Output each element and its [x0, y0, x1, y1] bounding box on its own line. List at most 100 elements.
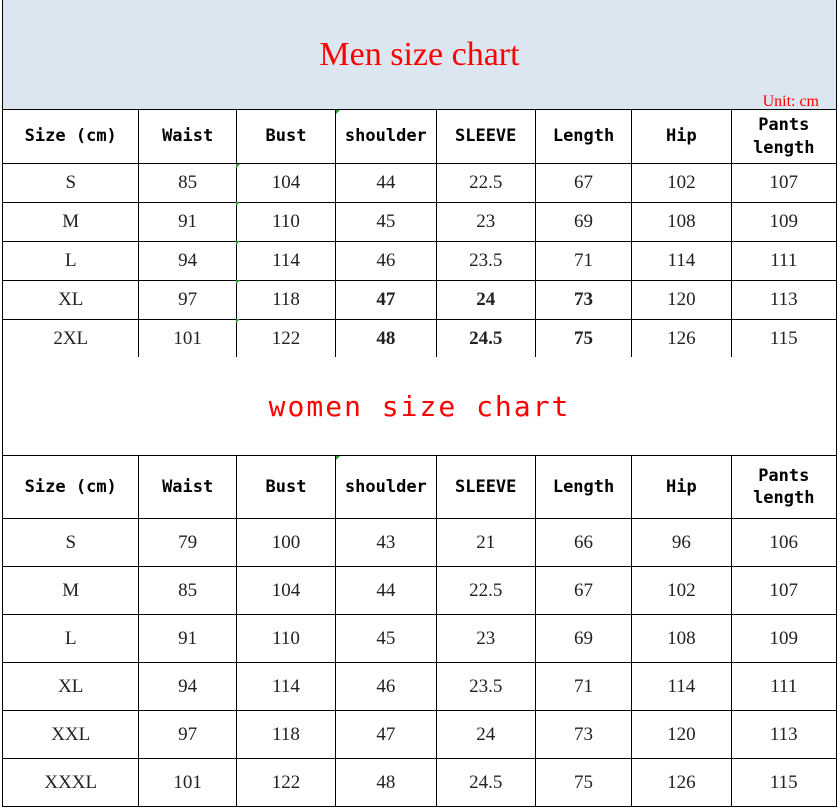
table-cell: 79 — [138, 518, 237, 567]
column-header: Hip — [631, 109, 732, 164]
table-cell: 47 — [335, 280, 437, 320]
table-cell: 22.5 — [435, 566, 536, 615]
table-cell: 45 — [335, 614, 437, 663]
table-cell: 102 — [631, 163, 732, 203]
table-cell: 106 — [730, 518, 838, 567]
table-cell: 23.5 — [435, 241, 536, 281]
table-cell: 73 — [534, 710, 633, 759]
table-cell: 94 — [138, 241, 237, 281]
table-cell: 75 — [534, 319, 633, 359]
table-cell: 48 — [335, 758, 437, 807]
table-cell: 101 — [138, 319, 237, 359]
table-cell: 107 — [730, 163, 838, 203]
table-cell: 113 — [730, 710, 838, 759]
column-header: Length — [534, 109, 633, 164]
table-cell: 126 — [631, 758, 732, 807]
table-cell: 44 — [335, 566, 437, 615]
table-cell: S — [1, 163, 140, 203]
table-cell: 24.5 — [435, 319, 536, 359]
table-row: M 91 110 45 23 69 108 109 — [1, 202, 838, 242]
table-cell: 23 — [435, 202, 536, 242]
table-row: M 85 104 44 22.5 67 102 107 — [1, 566, 838, 615]
table-cell: 23 — [435, 614, 536, 663]
table-cell: 23.5 — [435, 662, 536, 711]
table-cell: 75 — [534, 758, 633, 807]
column-header: Hip — [631, 455, 732, 519]
table-cell: 107 — [730, 566, 838, 615]
cell-marker — [236, 319, 240, 323]
table-cell: 43 — [335, 518, 437, 567]
women-title-band: women size chart — [2, 357, 837, 455]
table-cell: 22.5 — [435, 163, 536, 203]
women-title: women size chart — [268, 389, 571, 423]
men-title: Men size chart — [319, 36, 520, 73]
table-cell: 91 — [138, 202, 237, 242]
cell-marker — [236, 241, 240, 245]
table-cell: 71 — [534, 241, 633, 281]
table-cell: 2XL — [1, 319, 140, 359]
column-header: shoulder — [335, 109, 437, 164]
size-chart-page: Men size chart Unit: cm Size (cm) Waist … — [0, 0, 839, 810]
table-cell: 66 — [534, 518, 633, 567]
table-cell: 110 — [235, 202, 337, 242]
table-cell: 126 — [631, 319, 732, 359]
table-cell: 122 — [235, 319, 337, 359]
cell-marker — [236, 164, 240, 168]
table-cell: 115 — [730, 758, 838, 807]
table-row: S 85 104 44 22.5 67 102 107 — [1, 163, 838, 203]
table-cell: 73 — [534, 280, 633, 320]
column-header: Bust — [235, 109, 337, 164]
table-cell: 120 — [631, 710, 732, 759]
table-cell: 71 — [534, 662, 633, 711]
table-cell: 104 — [235, 566, 337, 615]
table-cell: S — [1, 518, 140, 567]
table-cell: 96 — [631, 518, 732, 567]
table-row: L 94 114 46 23.5 71 114 111 — [1, 241, 838, 281]
cell-marker — [336, 110, 340, 114]
table-cell: 114 — [631, 662, 732, 711]
table-cell: 118 — [235, 710, 337, 759]
table-cell: 120 — [631, 280, 732, 320]
table-cell: 94 — [138, 662, 237, 711]
men-size-table: Size (cm) Waist Bust shoulder SLEEVE Len… — [1, 109, 838, 359]
table-cell: 113 — [730, 280, 838, 320]
table-cell: 46 — [335, 662, 437, 711]
column-header: shoulder — [335, 455, 437, 519]
table-cell: XL — [1, 280, 140, 320]
table-cell: 44 — [335, 163, 437, 203]
table-cell: 48 — [335, 319, 437, 359]
table-row: XXL 97 118 47 24 73 120 113 — [1, 710, 838, 759]
table-cell: L — [1, 614, 140, 663]
table-cell: 102 — [631, 566, 732, 615]
column-header: Waist — [138, 455, 237, 519]
table-row: 2XL 101 122 48 24.5 75 126 115 — [1, 319, 838, 359]
table-cell: 24.5 — [435, 758, 536, 807]
table-cell: 122 — [235, 758, 337, 807]
table-cell: 114 — [235, 662, 337, 711]
men-header-row: Size (cm) Waist Bust shoulder SLEEVE Len… — [1, 109, 838, 164]
table-cell: 45 — [335, 202, 437, 242]
table-row: S 79 100 43 21 66 96 106 — [1, 518, 838, 567]
table-cell: M — [1, 566, 140, 615]
column-header: Pants length — [730, 109, 838, 164]
column-header: SLEEVE — [435, 455, 536, 519]
table-cell: 109 — [730, 614, 838, 663]
cell-marker — [236, 280, 240, 284]
column-header: SLEEVE — [435, 109, 536, 164]
table-row: XL 97 118 47 24 73 120 113 — [1, 280, 838, 320]
column-header: Size (cm) — [1, 109, 140, 164]
column-header: Size (cm) — [1, 455, 140, 519]
table-cell: 118 — [235, 280, 337, 320]
table-cell: 97 — [138, 710, 237, 759]
women-size-table: Size (cm) Waist Bust shoulder SLEEVE Len… — [1, 455, 838, 807]
table-cell: 104 — [235, 163, 337, 203]
women-header-row: Size (cm) Waist Bust shoulder SLEEVE Len… — [1, 455, 838, 519]
table-cell: 110 — [235, 614, 337, 663]
table-cell: 24 — [435, 280, 536, 320]
table-cell: 69 — [534, 202, 633, 242]
table-cell: 101 — [138, 758, 237, 807]
table-cell: L — [1, 241, 140, 281]
cell-marker — [336, 456, 340, 460]
table-cell: 46 — [335, 241, 437, 281]
table-row: L 91 110 45 23 69 108 109 — [1, 614, 838, 663]
